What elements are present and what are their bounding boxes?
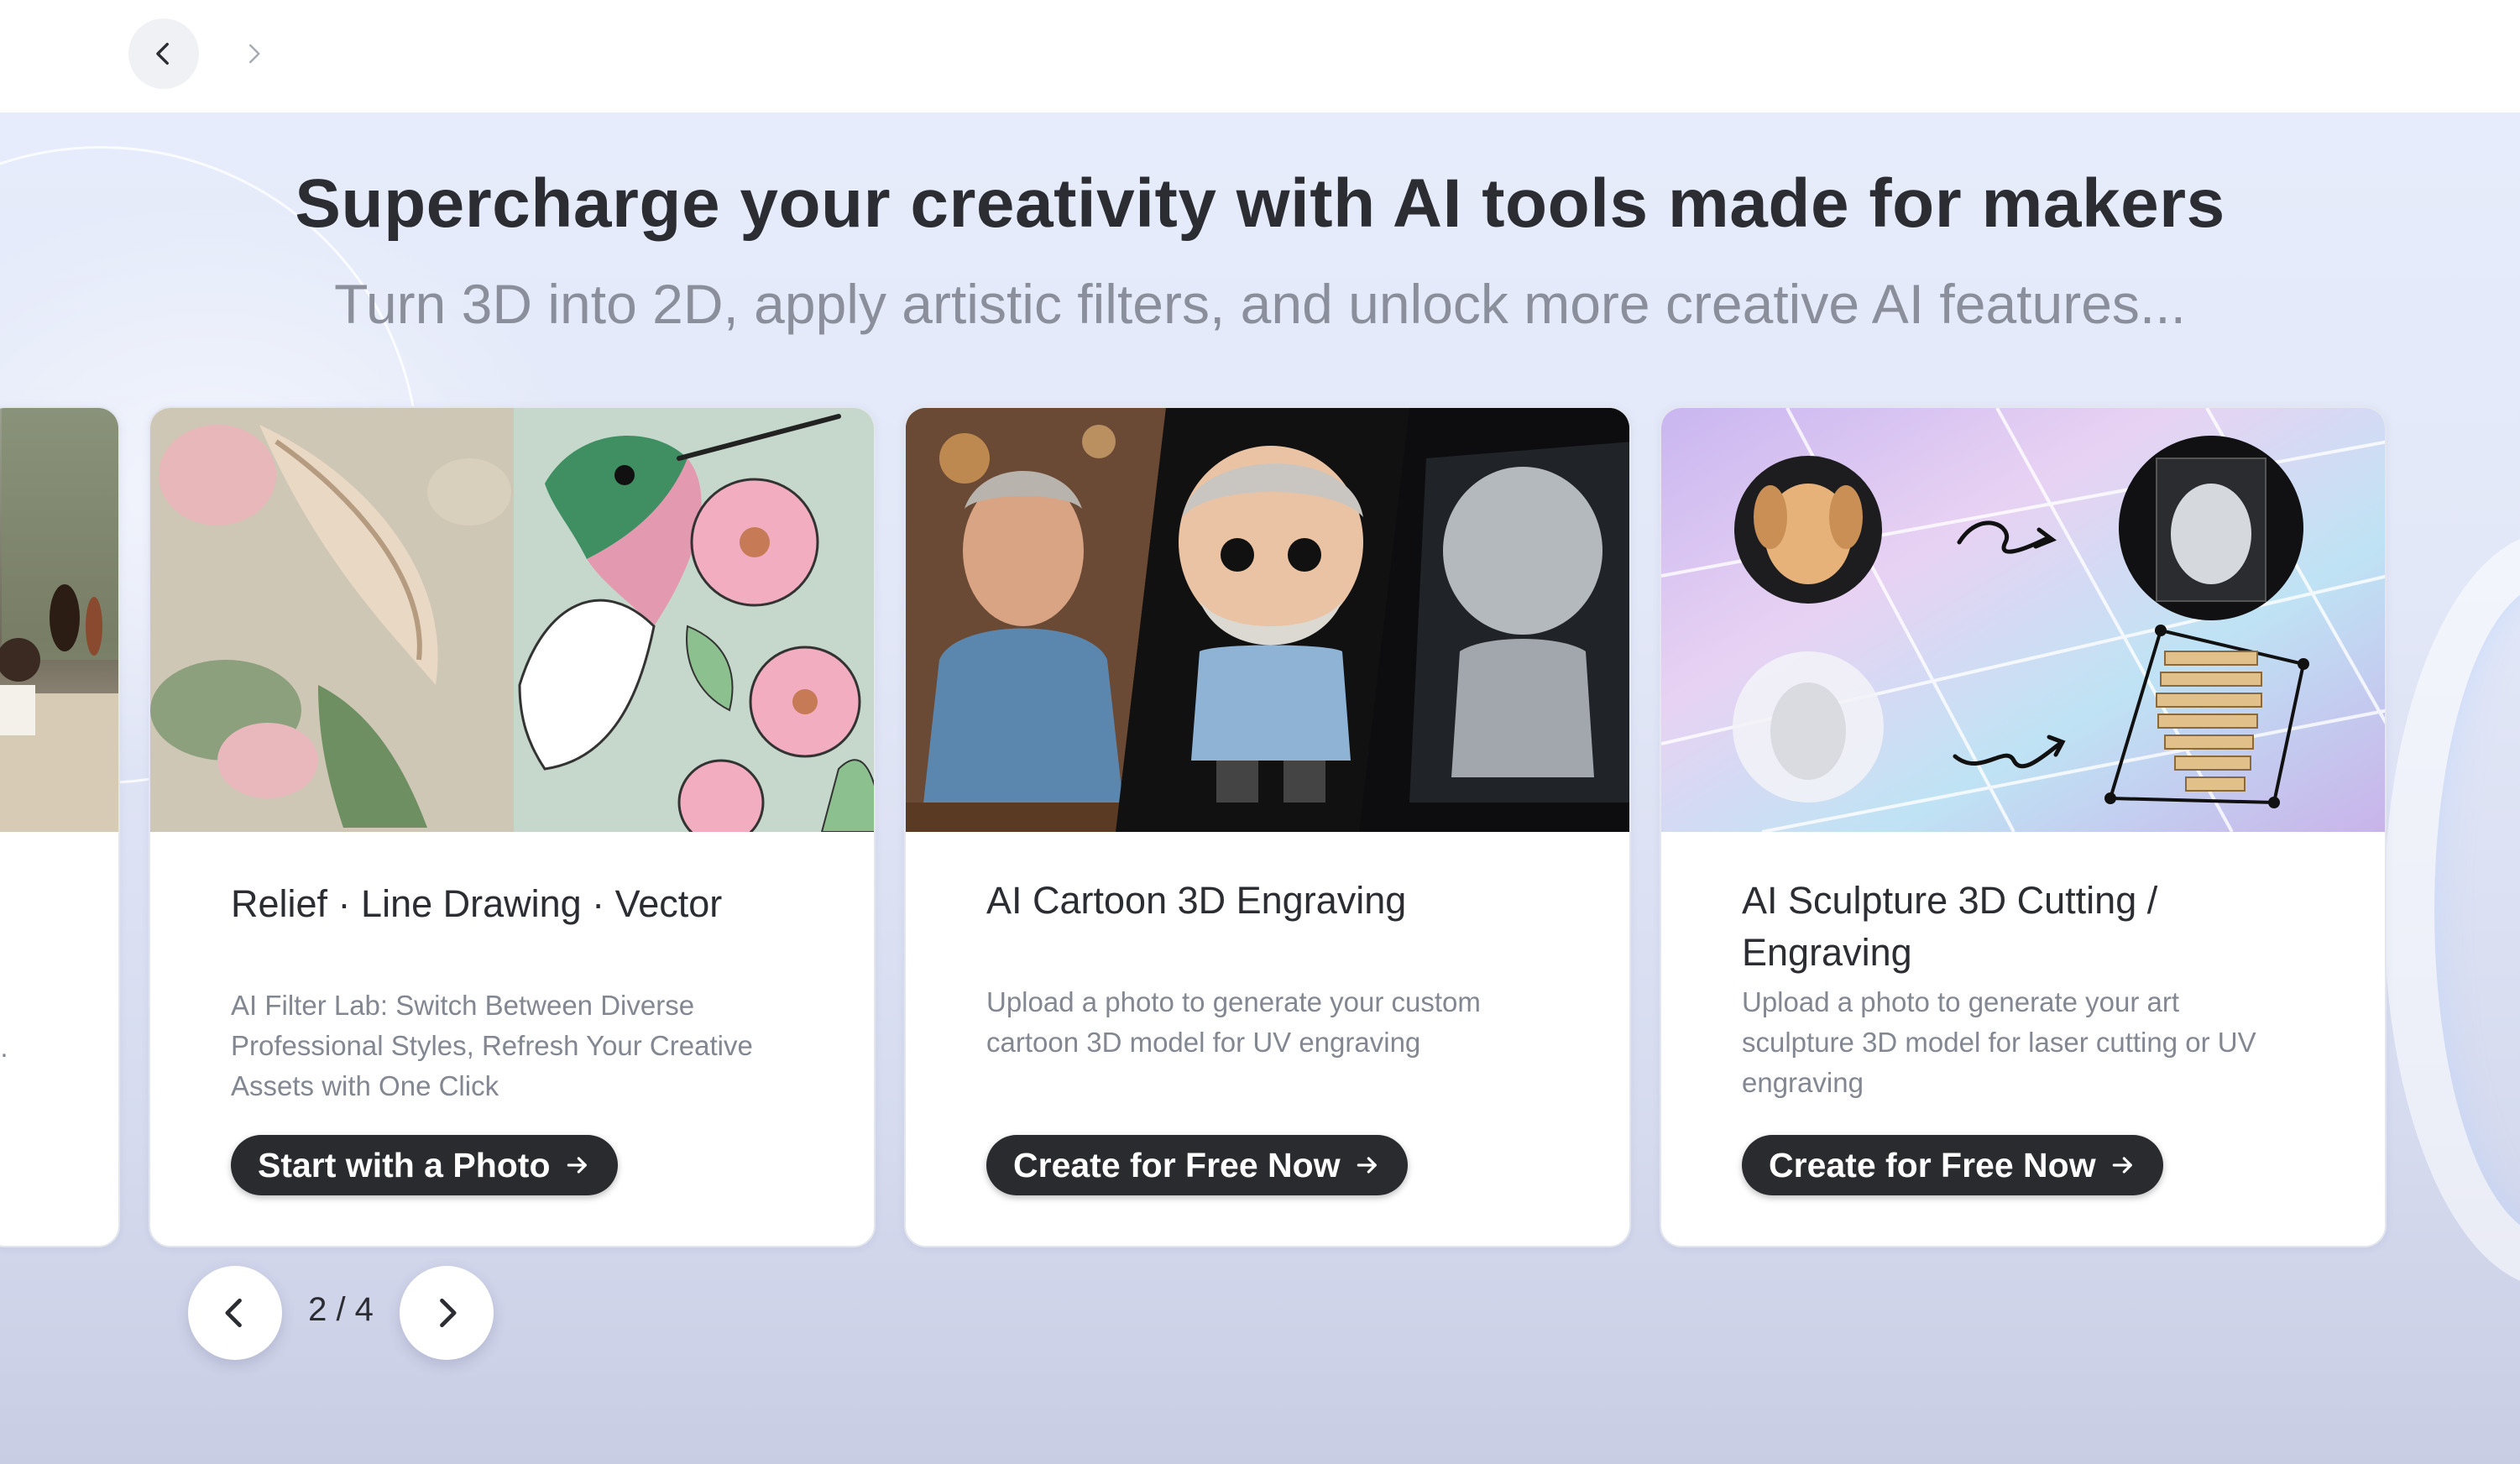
decorative-ring xyxy=(2384,532,2520,1288)
start-with-photo-button[interactable]: Start with a Photo xyxy=(231,1135,618,1195)
card-description: Upload a photo to generate your art scul… xyxy=(1742,986,2256,1098)
feature-card-previous[interactable]: y ... xyxy=(0,406,120,1247)
card-description: Upload a photo to generate your custom c… xyxy=(986,986,1481,1058)
card-title: Relief · Line Drawing · Vector xyxy=(231,882,723,925)
card-image xyxy=(150,408,874,832)
chevron-right-icon xyxy=(249,44,260,64)
card-title: AI Cartoon 3D Engraving xyxy=(986,879,1407,922)
card-image xyxy=(906,408,1629,832)
cartoon-engraving-art xyxy=(906,408,1629,832)
carousel-page-indicator: 2 / 4 xyxy=(308,1291,374,1328)
card-description-fragment: y xyxy=(0,987,26,1027)
feature-card-sculpture-cutting[interactable]: AI Sculpture 3D Cutting / Engraving Uplo… xyxy=(1660,406,2387,1247)
carousel-next-button[interactable] xyxy=(400,1266,494,1360)
sculpture-art xyxy=(1661,408,2385,832)
browser-forward-button[interactable] xyxy=(228,18,279,89)
chevron-left-icon xyxy=(225,1298,242,1328)
card-title: AI Sculpture 3D Cutting / Engraving xyxy=(1742,879,2158,974)
carousel-prev-button[interactable] xyxy=(188,1266,282,1360)
feature-card-filter-lab[interactable]: Relief · Line Drawing · Vector AI Filter… xyxy=(149,406,876,1247)
cta-label: Create for Free Now xyxy=(1769,1145,2096,1184)
feature-card-cartoon-engraving[interactable]: AI Cartoon 3D Engraving Upload a photo t… xyxy=(904,406,1631,1247)
top-bar xyxy=(0,0,2520,112)
create-for-free-button[interactable]: Create for Free Now xyxy=(1742,1135,2163,1195)
card-description-fragment: ... xyxy=(0,1032,8,1063)
hero-subtitle: Turn 3D into 2D, apply artistic filters,… xyxy=(334,273,2186,335)
browser-back-button[interactable] xyxy=(128,18,199,89)
hummingbird-art xyxy=(150,408,874,832)
cta-label: Create for Free Now xyxy=(1013,1145,1341,1184)
create-for-free-button[interactable]: Create for Free Now xyxy=(986,1135,1408,1195)
hero-title: Supercharge your creativity with AI tool… xyxy=(295,165,2225,242)
card-image xyxy=(1661,408,2385,832)
card-image-art xyxy=(0,408,118,832)
chevron-right-icon xyxy=(440,1298,457,1328)
chevron-left-icon xyxy=(156,42,169,65)
arrow-right-icon xyxy=(1357,1157,1377,1174)
arrow-right-icon xyxy=(2112,1157,2132,1174)
card-image xyxy=(0,408,118,832)
card-description: AI Filter Lab: Switch Between Diverse Pr… xyxy=(231,990,753,1101)
arrow-right-icon xyxy=(567,1157,587,1174)
hero-section: Supercharge your creativity with AI tool… xyxy=(0,112,2520,1464)
cta-label: Start with a Photo xyxy=(258,1145,551,1184)
